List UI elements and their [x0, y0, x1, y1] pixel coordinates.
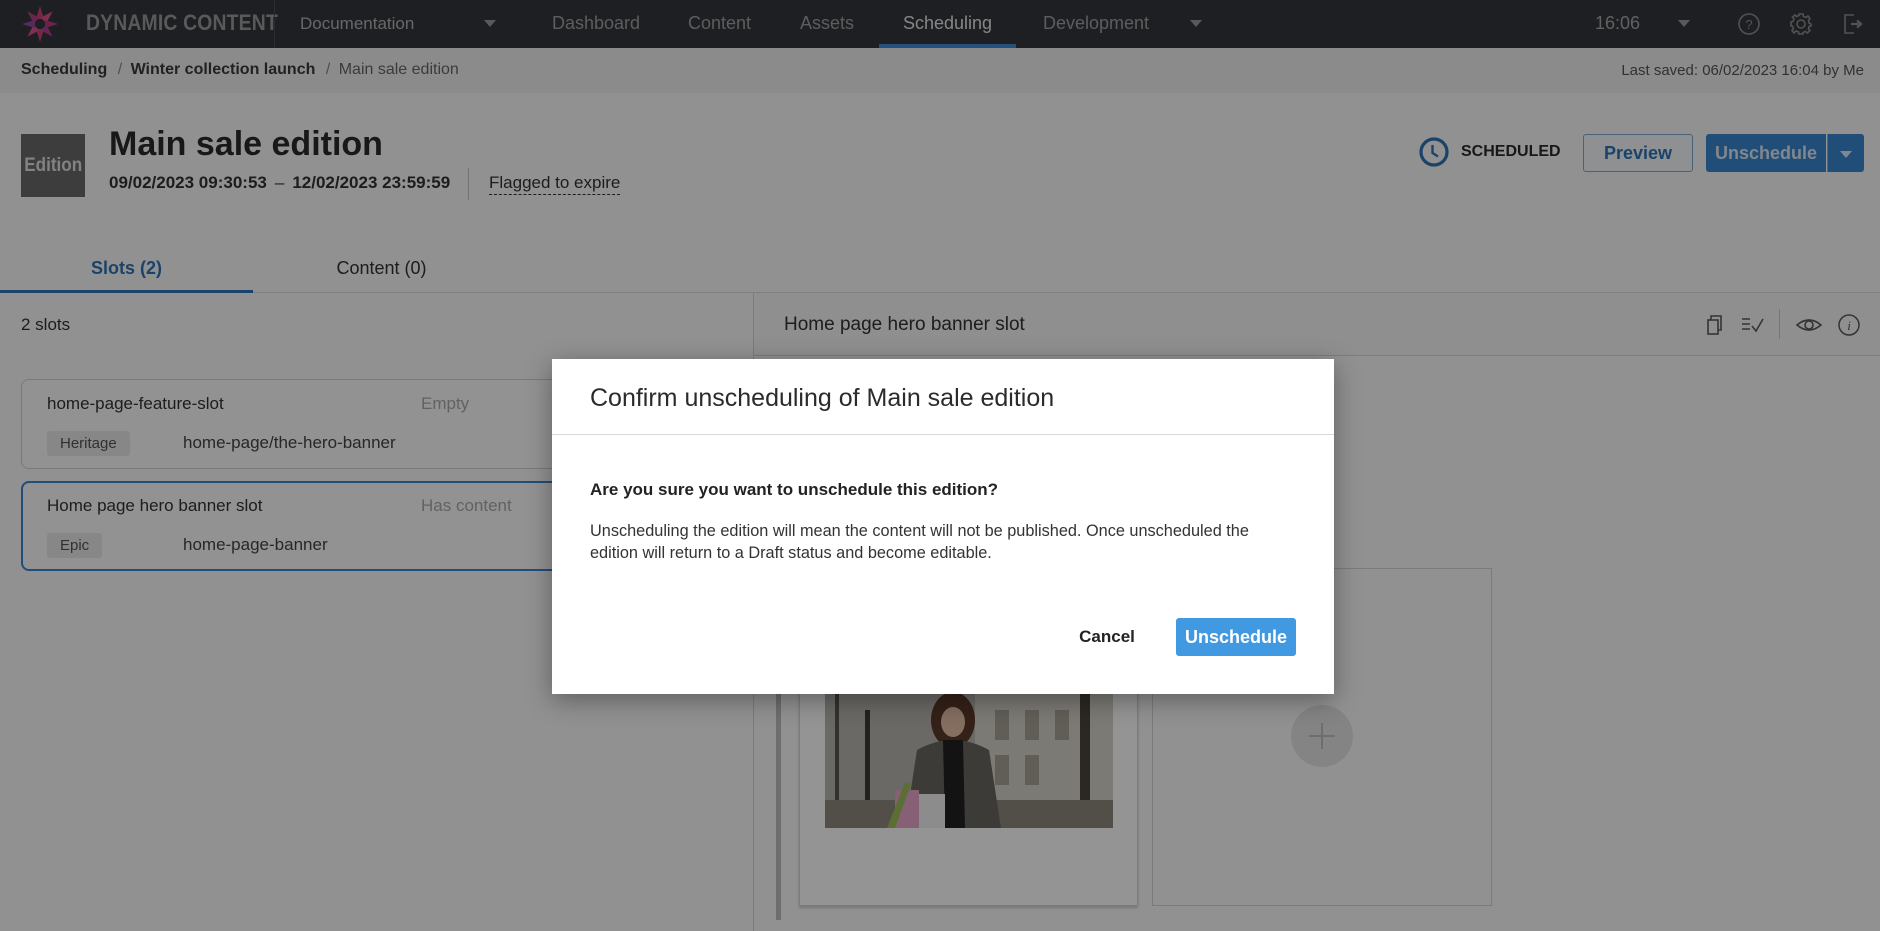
dialog-question: Are you sure you want to unschedule this…: [590, 480, 999, 499]
dialog-body-text: Unscheduling the edition will mean the c…: [590, 522, 1249, 562]
dialog-title: Confirm unscheduling of Main sale editio…: [590, 384, 1055, 412]
cancel-button[interactable]: Cancel: [1070, 618, 1144, 656]
confirm-unschedule-dialog: Confirm unscheduling of Main sale editio…: [552, 359, 1334, 694]
confirm-unschedule-button[interactable]: Unschedule: [1176, 618, 1296, 656]
dialog-divider: [552, 434, 1334, 435]
